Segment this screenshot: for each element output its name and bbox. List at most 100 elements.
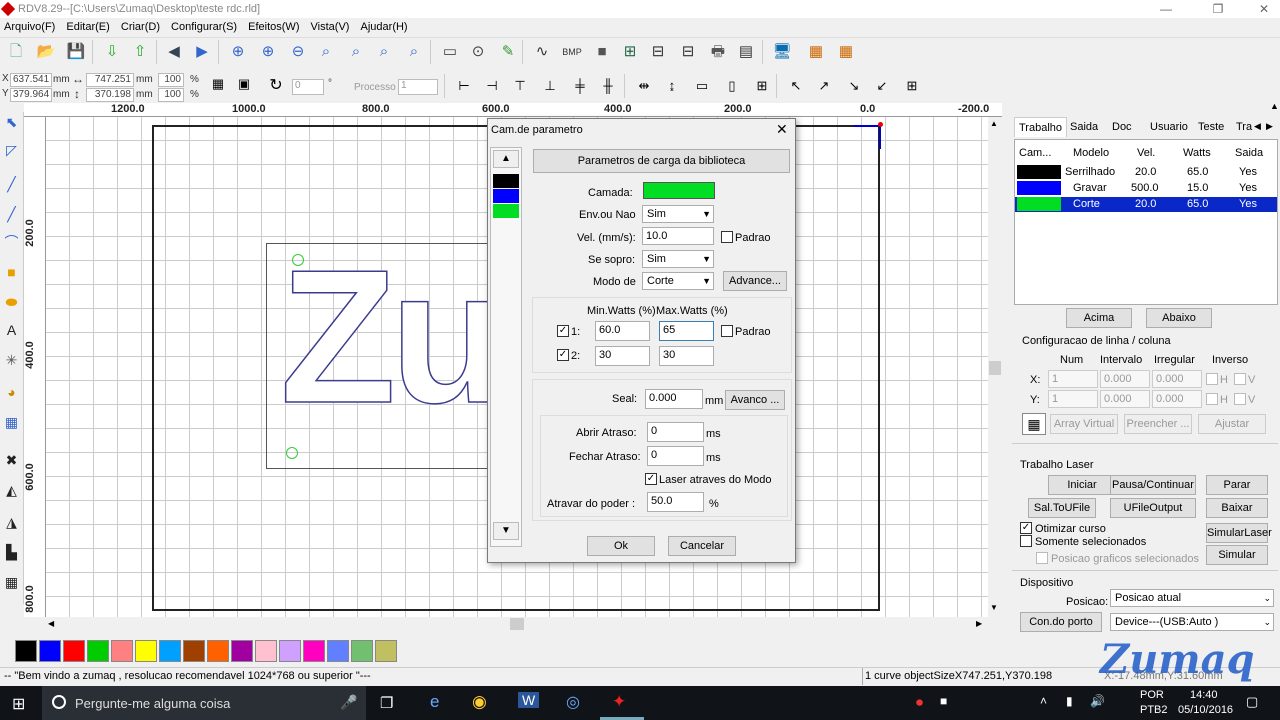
palette-swatch[interactable]: [111, 640, 133, 662]
palette-swatch[interactable]: [183, 640, 205, 662]
delete-tool-icon[interactable]: ✖: [1, 450, 22, 471]
scroll-down-icon[interactable]: ▼: [990, 603, 998, 612]
panel-scroll-up-icon[interactable]: ▲: [1270, 101, 1279, 111]
seal-input[interactable]: 0.000: [645, 389, 703, 409]
notifications-icon[interactable]: ▢: [1246, 694, 1258, 710]
mirror-h-icon[interactable]: ◭: [1, 480, 22, 501]
corner-tr-icon[interactable]: ↗: [812, 74, 836, 98]
mode-select[interactable]: Corte ▼: [642, 272, 714, 290]
corner-br-icon[interactable]: ↘: [842, 74, 866, 98]
word-icon[interactable]: W: [518, 692, 540, 708]
simulate-button[interactable]: Simular: [1206, 545, 1268, 565]
zoom-icon[interactable]: ⊕: [226, 40, 250, 64]
menu-efeitos[interactable]: Efeitos(W): [244, 18, 303, 36]
only-selected-checkbox[interactable]: [1020, 535, 1032, 547]
zoom-page-icon[interactable]: ⌕: [314, 40, 338, 64]
menu-ajudar[interactable]: Ajudar(H): [357, 18, 412, 36]
process-field[interactable]: 1: [398, 79, 438, 95]
speed-input[interactable]: 10.0: [642, 227, 714, 245]
tray-chevron-icon[interactable]: ˄: [1040, 694, 1047, 708]
layer-down-icon[interactable]: ▼: [493, 522, 519, 540]
tab-teste[interactable]: Teste: [1194, 117, 1228, 137]
power2-checkbox[interactable]: ✓: [557, 349, 569, 361]
corner-tl-icon[interactable]: ↖: [784, 74, 808, 98]
array-icon[interactable]: ▦: [804, 40, 828, 64]
power1-min-input[interactable]: 60.0: [595, 321, 650, 341]
layer-swatch[interactable]: [493, 204, 519, 218]
taskbar-search-box[interactable]: Pergunte-me alguma coisa 🎤: [42, 686, 366, 720]
center-icon[interactable]: ⊞: [900, 74, 924, 98]
same-size-icon[interactable]: ⊞: [750, 74, 774, 98]
distribute-icon[interactable]: ⊟: [676, 40, 700, 64]
array-y-irregular[interactable]: 0.000: [1152, 390, 1202, 408]
power-default-checkbox[interactable]: [721, 325, 733, 337]
table-row[interactable]: Serrilhado 20.0 65.0 Yes: [1015, 165, 1277, 180]
array-x-inv-v[interactable]: [1234, 373, 1246, 385]
optimize-checkbox[interactable]: ✓: [1020, 522, 1032, 534]
power2-min-input[interactable]: 30: [595, 346, 650, 366]
stop-button[interactable]: Parar: [1206, 475, 1268, 495]
polyline-tool-icon[interactable]: ╱: [1, 204, 22, 225]
menu-editar[interactable]: Editar(E): [62, 18, 113, 36]
new-file-icon[interactable]: 🗋: [4, 40, 28, 64]
size-icon[interactable]: ▣: [232, 72, 256, 96]
save-ufile-button[interactable]: Sal.ToUFile: [1028, 498, 1096, 518]
laser-mode-checkbox[interactable]: ✓: [645, 473, 657, 485]
clock-time[interactable]: 14:40: [1190, 689, 1218, 701]
palette-swatch[interactable]: [375, 640, 397, 662]
node-tool-icon[interactable]: ◸: [1, 140, 22, 161]
minimize-button[interactable]: —: [1152, 0, 1180, 18]
ok-button[interactable]: Ok: [587, 536, 655, 556]
undo-icon[interactable]: ◀: [162, 40, 186, 64]
blow-select[interactable]: Sim ▼: [642, 250, 714, 268]
ufile-output-button[interactable]: UFileOutput: [1110, 498, 1196, 518]
start-button[interactable]: Iniciar: [1048, 475, 1116, 495]
dialog-close-icon[interactable]: ✕: [776, 121, 788, 138]
align-left-icon[interactable]: ⊢: [452, 74, 476, 98]
adjust-button[interactable]: Ajustar: [1198, 414, 1266, 434]
grid-tool-icon[interactable]: ▦: [1, 412, 22, 433]
curve-icon[interactable]: ∿: [530, 40, 554, 64]
layer-swatch[interactable]: [493, 189, 519, 203]
seal-advance-button[interactable]: Avanco ...: [725, 390, 785, 410]
zoom-out-icon[interactable]: ⊖: [286, 40, 310, 64]
outlook-icon[interactable]: ◎: [566, 692, 580, 712]
tab-scroll-right-icon[interactable]: ▶: [1266, 121, 1273, 132]
save-icon[interactable]: 💾: [64, 40, 88, 64]
menu-vista[interactable]: Vista(V): [307, 18, 354, 36]
curve-tool-icon[interactable]: ⌒: [1, 232, 22, 253]
bitmap-icon[interactable]: BMP: [560, 40, 584, 64]
palette-swatch[interactable]: [39, 640, 61, 662]
width-field[interactable]: 747.251: [86, 73, 134, 87]
array-virtual-button[interactable]: Array Virtual: [1050, 414, 1118, 434]
zoom-data-icon[interactable]: ⌕: [402, 40, 426, 64]
tab-trabalho[interactable]: Trabalho: [1014, 117, 1068, 137]
scroll-thumb-v[interactable]: [989, 361, 1001, 375]
menu-criar[interactable]: Criar(D): [117, 18, 164, 36]
dot-tool-icon[interactable]: ✳: [1, 350, 22, 371]
open-folder-icon[interactable]: 📂: [34, 40, 58, 64]
palette-swatch[interactable]: [135, 640, 157, 662]
load-library-button[interactable]: Parametros de carga da biblioteca: [533, 149, 790, 173]
menu-arquivo[interactable]: Arquivo(F): [0, 18, 59, 36]
move-down-button[interactable]: Abaixo: [1146, 308, 1212, 328]
scale-y-field[interactable]: 100: [158, 88, 184, 102]
task-view-icon[interactable]: ❐: [380, 694, 393, 712]
scroll-right-icon[interactable]: ▶: [976, 619, 982, 628]
align-bottom-icon[interactable]: ⊥: [538, 74, 562, 98]
palette-swatch[interactable]: [231, 640, 253, 662]
layer-up-icon[interactable]: ▲: [493, 150, 519, 168]
align-icon[interactable]: ⊟: [646, 40, 670, 64]
palette-swatch[interactable]: [279, 640, 301, 662]
dist-h-icon[interactable]: ⇹: [632, 74, 656, 98]
tab-doc[interactable]: Doc: [1108, 117, 1136, 137]
redo-icon[interactable]: ▶: [190, 40, 214, 64]
power2-max-input[interactable]: 30: [659, 346, 714, 366]
zoom-fit-icon[interactable]: ⌕: [372, 40, 396, 64]
windows-start-icon[interactable]: ⊞: [12, 694, 25, 714]
height-field[interactable]: 370.198: [86, 88, 134, 102]
tab-saida[interactable]: Saida: [1066, 117, 1102, 137]
dist-v-icon[interactable]: ↨: [660, 74, 684, 98]
palette-swatch[interactable]: [351, 640, 373, 662]
align-right-icon[interactable]: ⊣: [480, 74, 504, 98]
